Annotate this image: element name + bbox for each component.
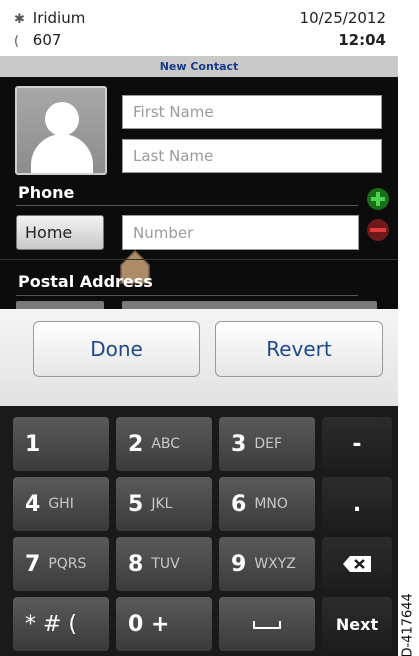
key-6[interactable]: 6 MNO	[219, 477, 315, 531]
keypad: 1 2 ABC 3 DEF - 4 GHI 5 JKL 6 MNO . 7 PQRS 8 TU…	[0, 406, 398, 656]
phone-screen: ✱ Iridium ( 607 10/25/2012 12:04 New Con…	[0, 0, 398, 656]
avatar-head	[45, 102, 79, 136]
key-main: 3	[231, 431, 247, 457]
phone-type-button[interactable]: Home	[16, 215, 104, 250]
key-9[interactable]: 9 WXYZ	[219, 537, 315, 591]
status-bar: ✱ Iridium ( 607 10/25/2012 12:04	[0, 0, 398, 56]
backspace-key[interactable]	[322, 537, 392, 591]
avatar-button[interactable]	[15, 86, 107, 175]
key-sub: PQRS	[48, 556, 87, 572]
key-main: 9	[231, 551, 247, 577]
next-key[interactable]: Next	[322, 597, 392, 651]
key-main: 1	[25, 431, 41, 457]
status-date: 10/25/2012	[299, 9, 386, 27]
phone-divider	[16, 205, 358, 206]
number-field[interactable]: Number	[122, 215, 359, 250]
backspace-icon	[343, 556, 371, 572]
key-main: 0 +	[128, 611, 170, 637]
network-name: Iridium	[32, 9, 86, 27]
key-main: 5	[128, 491, 144, 517]
key-3[interactable]: 3 DEF	[219, 417, 315, 471]
postal-divider	[16, 295, 358, 296]
key-period[interactable]: .	[322, 477, 392, 531]
done-button[interactable]: Done	[33, 321, 200, 377]
key-sub: MNO	[254, 496, 288, 512]
key-sub: JKL	[151, 496, 173, 512]
page-title: New Contact	[0, 56, 398, 77]
key-main: 8	[128, 551, 144, 577]
key-sub: ABC	[151, 436, 181, 452]
key-8[interactable]: 8 TUV	[116, 537, 212, 591]
add-phone-icon[interactable]	[366, 187, 390, 211]
key-0[interactable]: 0 +	[116, 597, 212, 651]
key-symbols[interactable]: * # (	[13, 597, 109, 651]
postal-section-label: Postal Address	[18, 272, 153, 291]
document-id: D-417644	[398, 0, 419, 656]
network-label: ✱ Iridium	[14, 9, 85, 27]
document-id-label: D-417644	[400, 593, 416, 656]
key-main: 2	[128, 431, 144, 457]
contact-form: First Name Last Name Phone Home Number P…	[0, 77, 398, 309]
key-sub: TUV	[151, 556, 180, 572]
phone-handset-icon: (	[14, 34, 20, 49]
revert-button[interactable]: Revert	[215, 321, 383, 377]
signal-label: ( 607	[14, 31, 61, 49]
key-main: 7	[25, 551, 41, 577]
key-main: * # (	[25, 611, 78, 637]
signal-value: 607	[32, 31, 62, 49]
action-bar: Done Revert	[0, 309, 398, 406]
key-main: Next	[335, 614, 379, 634]
first-name-field[interactable]: First Name	[122, 95, 382, 129]
key-4[interactable]: 4 GHI	[13, 477, 109, 531]
key-main: 4	[25, 491, 41, 517]
space-key[interactable]	[219, 597, 315, 651]
phone-section-label: Phone	[18, 183, 75, 202]
key-5[interactable]: 5 JKL	[116, 477, 212, 531]
key-main: 6	[231, 491, 247, 517]
satellite-icon: ✱	[14, 12, 25, 27]
status-time: 12:04	[338, 31, 386, 49]
key-dash[interactable]: -	[322, 417, 392, 471]
key-1[interactable]: 1	[13, 417, 109, 471]
key-main: .	[352, 491, 362, 517]
section-divider	[0, 259, 398, 260]
space-icon	[253, 621, 281, 629]
last-name-field[interactable]: Last Name	[122, 139, 382, 173]
key-7[interactable]: 7 PQRS	[13, 537, 109, 591]
avatar-body	[31, 134, 93, 173]
key-sub: GHI	[48, 496, 74, 512]
key-sub: WXYZ	[254, 556, 296, 572]
remove-phone-icon[interactable]	[366, 218, 390, 242]
postal-field[interactable]	[122, 301, 377, 309]
key-2[interactable]: 2 ABC	[116, 417, 212, 471]
postal-type-button[interactable]	[16, 301, 104, 309]
key-sub: DEF	[254, 436, 282, 452]
key-main: -	[352, 431, 362, 457]
